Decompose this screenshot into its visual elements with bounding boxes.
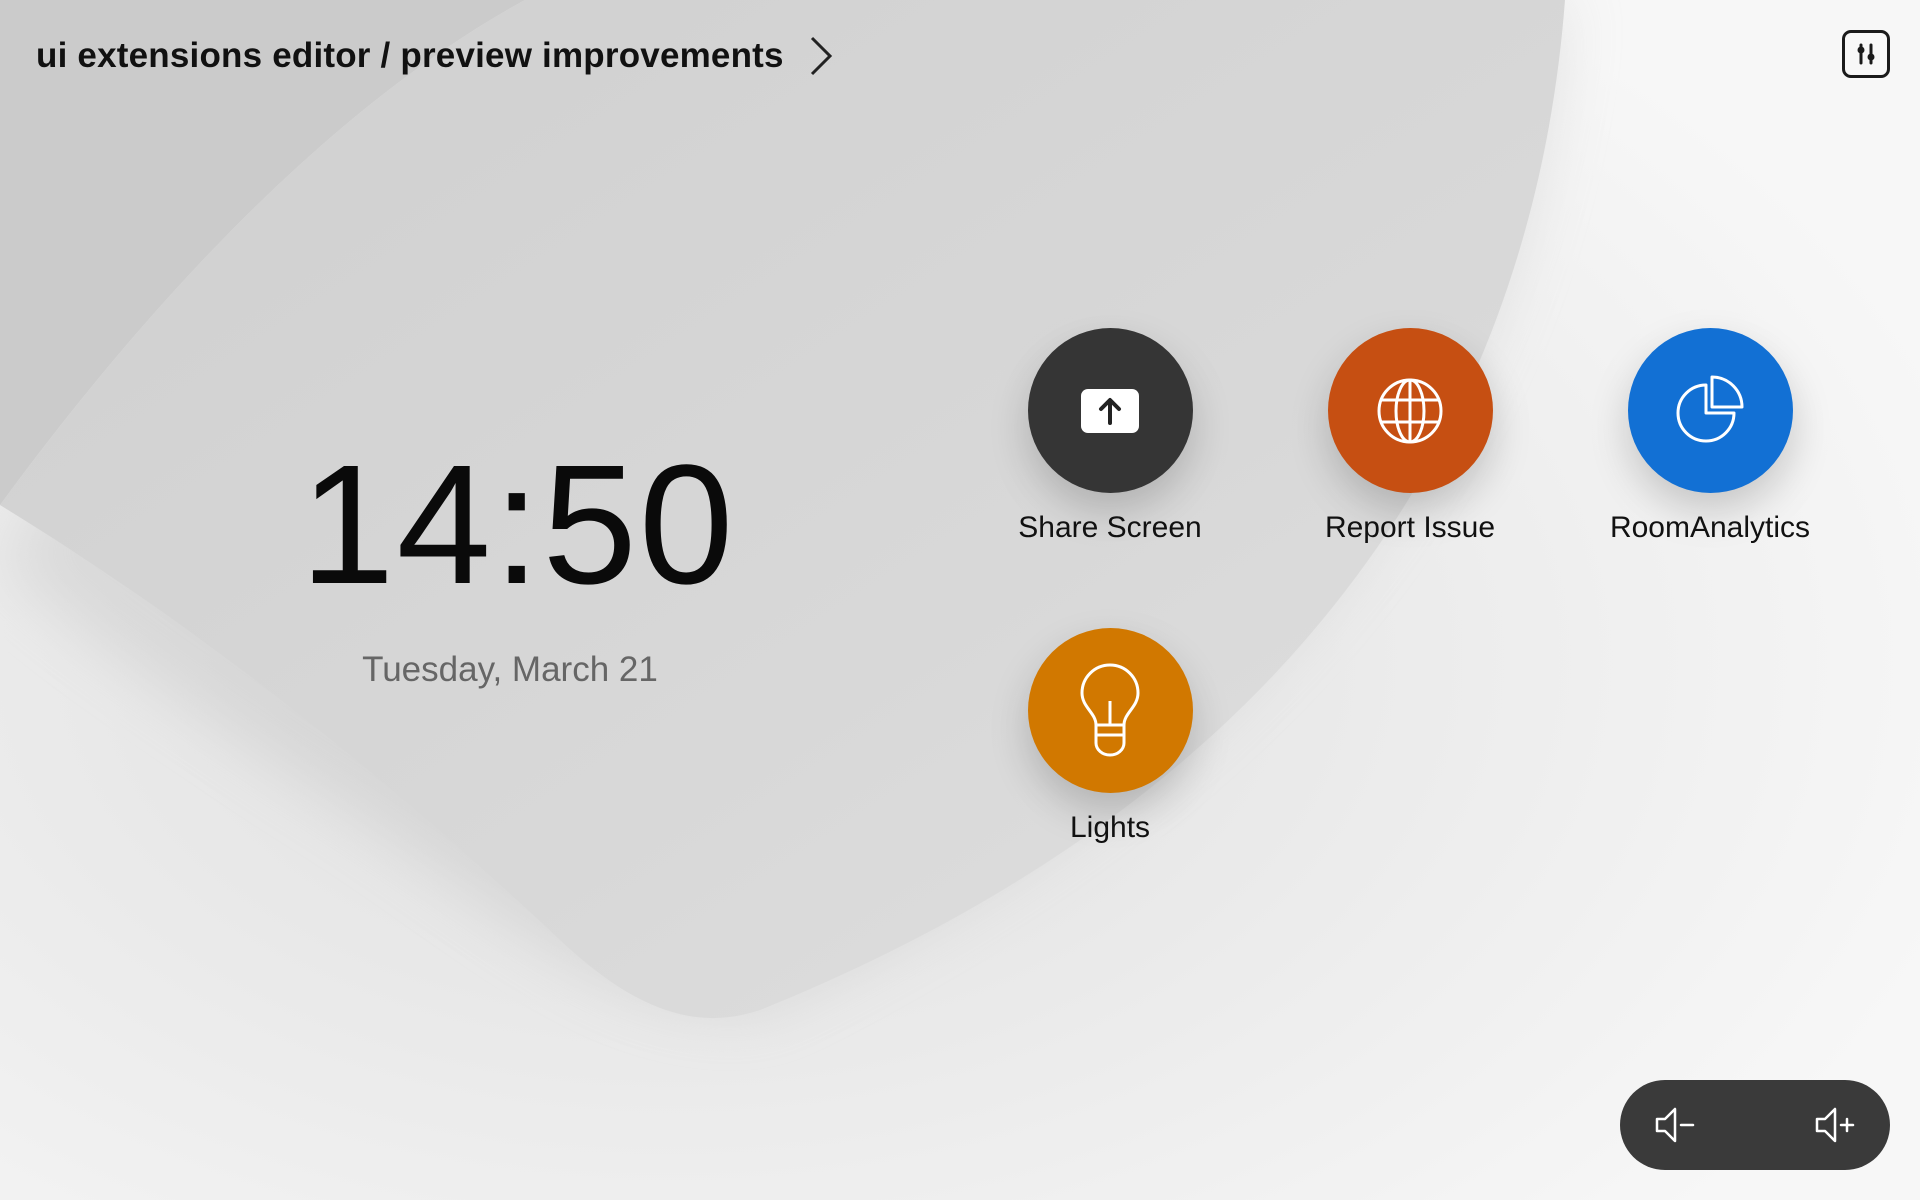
report-issue-button[interactable]: Report Issue	[1290, 328, 1530, 545]
pie-chart-icon	[1676, 375, 1744, 442]
volume-up-icon	[1815, 1107, 1855, 1143]
room-analytics-circle[interactable]	[1627, 328, 1793, 493]
home-screen: ui extensions editor / preview improveme…	[0, 0, 1920, 1200]
clock-date: Tuesday, March 21	[362, 650, 658, 689]
room-analytics-button[interactable]: RoomAnalytics	[1590, 328, 1830, 545]
volume-up-button[interactable]	[1810, 1100, 1860, 1150]
volume-control	[1620, 1080, 1890, 1170]
header[interactable]: ui extensions editor / preview improveme…	[36, 28, 834, 84]
background-wave	[0, 0, 1920, 1200]
lights-circle[interactable]	[1027, 628, 1193, 793]
volume-down-icon	[1655, 1107, 1695, 1143]
control-panel-icon	[1857, 43, 1875, 65]
control-panel-button[interactable]	[1842, 30, 1890, 78]
share-screen-icon	[1081, 388, 1139, 433]
room-analytics-label: RoomAnalytics	[1609, 511, 1811, 544]
chevron-right-icon[interactable]	[806, 34, 834, 78]
share-screen-circle[interactable]	[1027, 328, 1193, 493]
clock-time: 14:50	[300, 430, 736, 620]
report-issue-circle[interactable]	[1327, 328, 1493, 493]
share-screen-label: Share Screen	[1018, 511, 1202, 544]
share-screen-button[interactable]: Share Screen	[990, 328, 1230, 545]
report-issue-label: Report Issue	[1324, 511, 1496, 544]
globe-icon	[1377, 378, 1443, 443]
volume-down-button[interactable]	[1650, 1100, 1700, 1150]
lights-label: Lights	[1069, 811, 1151, 844]
page-title: ui extensions editor / preview improveme…	[36, 36, 784, 75]
lightbulb-icon	[1080, 663, 1140, 756]
lights-button[interactable]: Lights	[990, 628, 1230, 845]
